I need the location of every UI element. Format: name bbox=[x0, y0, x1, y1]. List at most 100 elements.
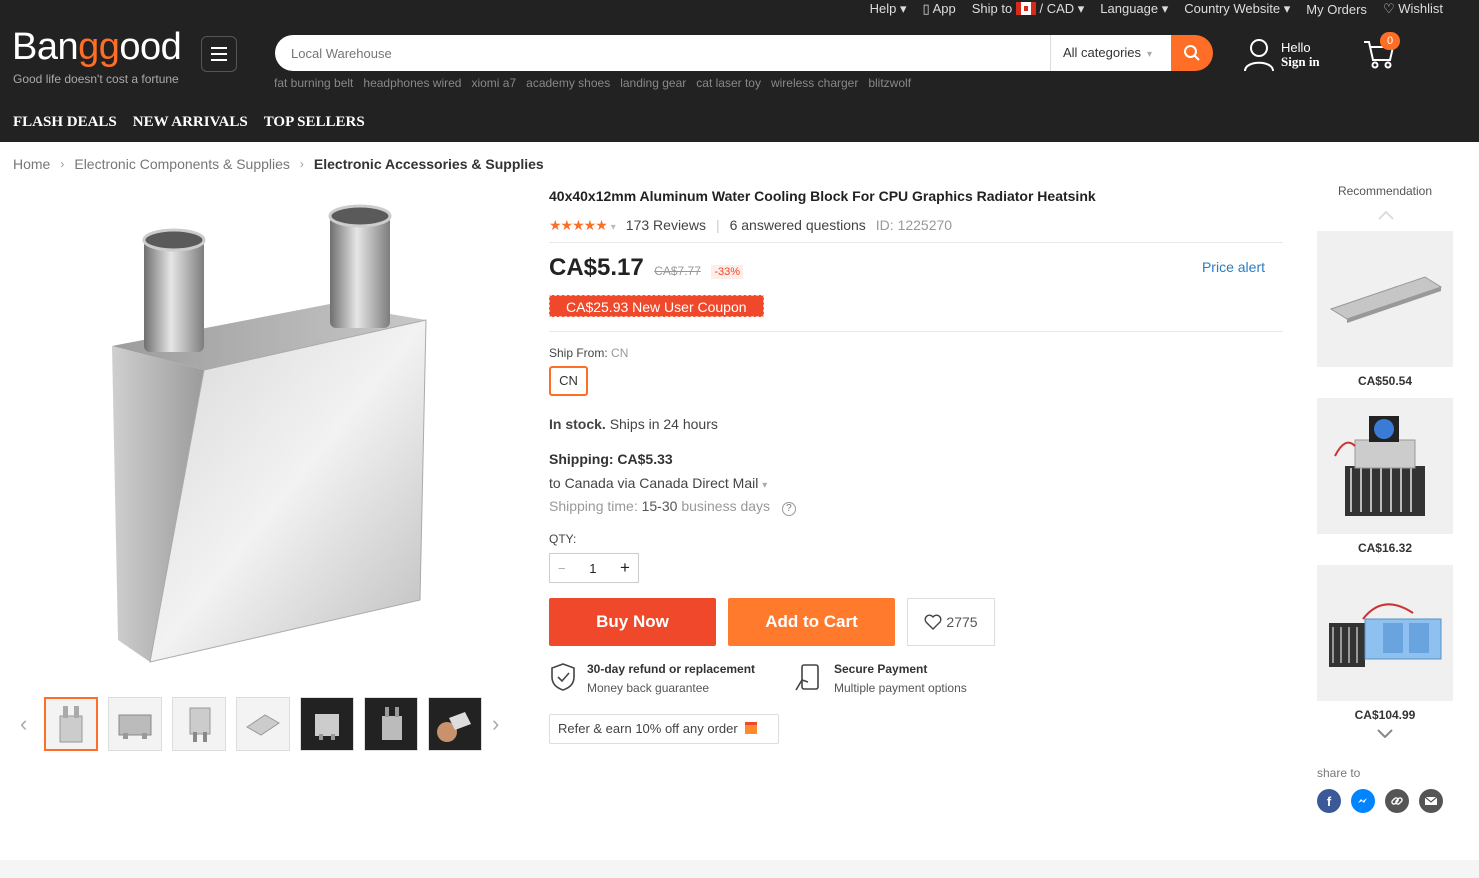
ship-from: Ship From: CN bbox=[549, 346, 629, 360]
chevron-down-icon[interactable] bbox=[1376, 728, 1394, 738]
recommendation-title: Recommendation bbox=[1337, 184, 1433, 198]
cart-button[interactable]: 0 bbox=[1362, 32, 1400, 75]
quantity-stepper: − 1 + bbox=[549, 553, 639, 583]
new-user-coupon[interactable]: CA$25.93 New User Coupon bbox=[549, 295, 764, 317]
nav-top-sellers[interactable]: TOP SELLERS bbox=[264, 114, 365, 131]
hot-term[interactable]: xiomi a7 bbox=[471, 76, 516, 90]
ship-to-selector[interactable]: Ship to / CAD ▾ bbox=[972, 1, 1085, 17]
recommendation-price: CA$16.32 bbox=[1357, 541, 1413, 555]
account-sign-in[interactable]: Hello Sign in bbox=[1243, 38, 1320, 72]
breadcrumb-home[interactable]: Home bbox=[13, 156, 50, 172]
thumbnail[interactable] bbox=[428, 697, 482, 751]
breadcrumb: Home › Electronic Components & Supplies … bbox=[13, 156, 544, 172]
wishlist-label: Wishlist bbox=[1398, 1, 1443, 16]
hot-term[interactable]: landing gear bbox=[620, 76, 686, 90]
recommendation-price: CA$104.99 bbox=[1354, 708, 1416, 722]
hot-term[interactable]: fat burning belt bbox=[274, 76, 353, 90]
chevron-right-icon: › bbox=[299, 157, 304, 171]
chevron-up-icon[interactable] bbox=[1377, 210, 1395, 220]
facebook-icon[interactable]: f bbox=[1317, 789, 1341, 813]
shipping-cost: Shipping: CA$5.33 bbox=[549, 451, 673, 467]
breadcrumb-category[interactable]: Electronic Components & Supplies bbox=[74, 156, 290, 172]
canada-flag-icon bbox=[1015, 2, 1036, 15]
gift-icon bbox=[745, 722, 758, 734]
shipping-time: Shipping time: 15-30 business days ? bbox=[549, 498, 796, 516]
my-orders-link[interactable]: My Orders bbox=[1306, 2, 1367, 17]
wishlist-button[interactable]: 2775 bbox=[907, 598, 995, 646]
price-row: CA$5.17 CA$7.77 -33% Price alert bbox=[549, 254, 1265, 282]
secure-payment: Secure Payment Multiple payment options bbox=[794, 662, 967, 695]
recommendation-card[interactable] bbox=[1317, 398, 1453, 534]
questions-link[interactable]: 6 answered questions bbox=[730, 217, 866, 233]
hot-term[interactable]: headphones wired bbox=[363, 76, 461, 90]
chevron-left-icon[interactable]: ‹ bbox=[20, 711, 34, 737]
search-input[interactable] bbox=[275, 35, 1050, 71]
search-icon bbox=[1184, 45, 1200, 61]
user-icon bbox=[1244, 39, 1274, 72]
wishlist-link[interactable]: ♡ Wishlist bbox=[1383, 1, 1443, 17]
hamburger-menu-button[interactable] bbox=[201, 36, 237, 72]
shipping-method-select[interactable]: to Canada via Canada Direct Mail ▾ bbox=[549, 475, 767, 491]
category-select[interactable]: All categories bbox=[1050, 35, 1171, 71]
hot-term[interactable]: blitzwolf bbox=[868, 76, 911, 90]
app-label: App bbox=[932, 1, 956, 16]
thumbnail[interactable] bbox=[236, 697, 290, 751]
thumbnail[interactable] bbox=[172, 697, 226, 751]
footer-strip bbox=[0, 860, 1479, 878]
recommendation-price: CA$50.54 bbox=[1357, 374, 1413, 388]
thumbnail[interactable] bbox=[300, 697, 354, 751]
ship-to-label: Ship to bbox=[971, 1, 1013, 16]
link-icon[interactable] bbox=[1385, 789, 1409, 813]
current-price: CA$5.17 bbox=[549, 254, 644, 281]
product-title: 40x40x12mm Aluminum Water Cooling Block … bbox=[549, 188, 1096, 204]
qty-label: QTY: bbox=[549, 532, 577, 546]
messenger-icon[interactable] bbox=[1351, 789, 1375, 813]
email-icon[interactable] bbox=[1419, 789, 1443, 813]
secure-payment-icon bbox=[795, 664, 819, 691]
breadcrumb-current[interactable]: Electronic Accessories & Supplies bbox=[314, 156, 544, 172]
add-to-cart-button[interactable]: Add to Cart bbox=[728, 598, 895, 646]
star-rating[interactable]: ★★★★★ ▾ bbox=[549, 217, 616, 234]
product-id: ID: 1225270 bbox=[875, 217, 953, 233]
banggood-logo[interactable]: Banggood bbox=[12, 26, 182, 69]
main-nav: FLASH DEALS NEW ARRIVALS TOP SELLERS bbox=[13, 114, 365, 131]
country-website-menu[interactable]: Country Website ▾ bbox=[1184, 1, 1290, 17]
thumbnail[interactable] bbox=[44, 697, 98, 751]
thumbnail-strip: ‹ › bbox=[20, 697, 506, 751]
minus-icon[interactable]: − bbox=[558, 561, 566, 576]
search-bar: All categories bbox=[275, 35, 1213, 71]
nav-flash-deals[interactable]: FLASH DEALS bbox=[13, 114, 117, 131]
help-menu[interactable]: Help ▾ bbox=[870, 1, 907, 17]
phone-icon: ▯ bbox=[922, 1, 930, 16]
recommendation-card[interactable] bbox=[1317, 565, 1453, 701]
search-button[interactable] bbox=[1171, 35, 1213, 71]
reviews-link[interactable]: 173 Reviews bbox=[626, 217, 706, 233]
hot-search-terms: fat burning belt headphones wired xiomi … bbox=[274, 76, 911, 90]
plus-icon[interactable]: + bbox=[620, 558, 630, 578]
nav-new-arrivals[interactable]: NEW ARRIVALS bbox=[133, 114, 248, 131]
thumbnail[interactable] bbox=[364, 697, 418, 751]
recommendation-card[interactable] bbox=[1317, 231, 1453, 367]
refer-earn-button[interactable]: Refer & earn 10% off any order bbox=[549, 714, 779, 744]
chevron-right-icon: › bbox=[60, 157, 65, 171]
product-main-image[interactable] bbox=[100, 200, 440, 670]
refund-guarantee: 30-day refund or replacement Money back … bbox=[549, 662, 755, 695]
buy-now-button[interactable]: Buy Now bbox=[549, 598, 716, 646]
hot-term[interactable]: cat laser toy bbox=[696, 76, 761, 90]
original-price: CA$7.77 bbox=[654, 264, 701, 278]
hot-term[interactable]: wireless charger bbox=[771, 76, 858, 90]
hot-term[interactable]: academy shoes bbox=[526, 76, 610, 90]
help-circle-icon[interactable]: ? bbox=[781, 502, 796, 516]
rating-row: ★★★★★ ▾ 173 Reviews | 6 answered question… bbox=[549, 216, 953, 234]
ship-from-option[interactable]: CN bbox=[549, 366, 588, 396]
tagline: Good life doesn't cost a fortune bbox=[13, 72, 179, 86]
stock-status: In stock. Ships in 24 hours bbox=[549, 416, 718, 432]
sign-in-link[interactable]: Sign in bbox=[1281, 54, 1320, 69]
app-link[interactable]: ▯ App bbox=[923, 1, 956, 17]
cart-count-badge: 0 bbox=[1380, 32, 1400, 50]
thumbnail[interactable] bbox=[108, 697, 162, 751]
chevron-right-icon[interactable]: › bbox=[492, 711, 506, 737]
language-menu[interactable]: Language ▾ bbox=[1100, 1, 1168, 17]
quantity-value[interactable]: 1 bbox=[589, 561, 596, 576]
price-alert-link[interactable]: Price alert bbox=[1202, 259, 1265, 275]
